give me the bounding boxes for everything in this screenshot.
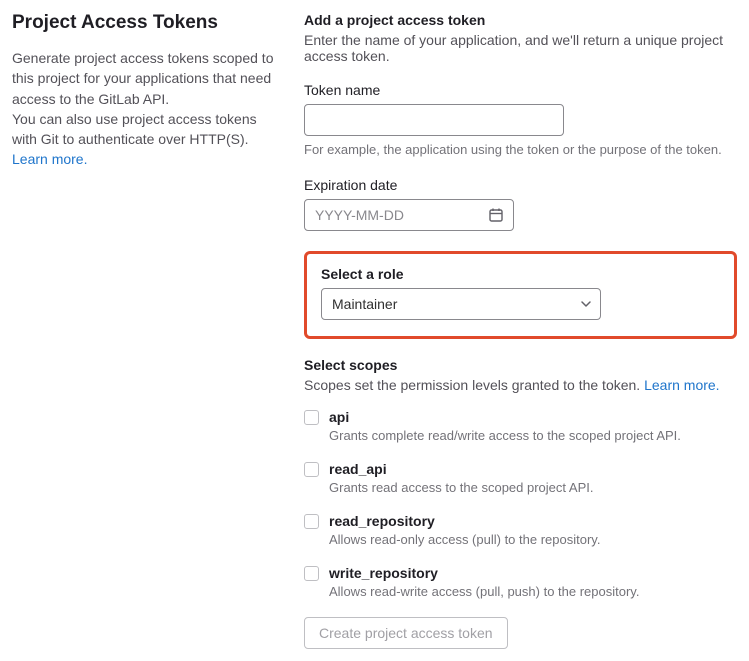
expiration-date-label: Expiration date (304, 177, 737, 193)
token-name-label: Token name (304, 82, 737, 98)
desc-line-1: Generate project access tokens scoped to… (12, 50, 273, 107)
scopes-learn-more-link[interactable]: Learn more. (644, 377, 719, 393)
scope-checkbox-write-repository[interactable] (304, 566, 319, 581)
scope-desc: Grants complete read/write access to the… (329, 428, 681, 443)
token-name-help: For example, the application using the t… (304, 142, 737, 157)
role-selected-value: Maintainer (332, 296, 397, 312)
scope-checkbox-read-repository[interactable] (304, 514, 319, 529)
page-title: Project Access Tokens (12, 12, 280, 34)
scope-name: read_api (329, 461, 593, 477)
role-label: Select a role (321, 266, 720, 282)
scope-name: write_repository (329, 565, 639, 581)
form-subheading: Enter the name of your application, and … (304, 32, 737, 64)
scopes-sub: Scopes set the permission levels granted… (304, 377, 737, 393)
page-description: Generate project access tokens scoped to… (12, 48, 280, 170)
learn-more-link[interactable]: Learn more. (12, 151, 87, 167)
role-highlight-box: Select a role Maintainer (304, 251, 737, 339)
scope-desc: Allows read-only access (pull) to the re… (329, 532, 600, 547)
scope-name: read_repository (329, 513, 600, 529)
form-heading: Add a project access token (304, 12, 737, 28)
create-token-button[interactable]: Create project access token (304, 617, 508, 649)
scope-desc: Grants read access to the scoped project… (329, 480, 593, 495)
scope-name: api (329, 409, 681, 425)
scope-checkbox-read-api[interactable] (304, 462, 319, 477)
expiration-date-input[interactable] (304, 199, 514, 231)
desc-line-2: You can also use project access tokens w… (12, 111, 257, 147)
scope-desc: Allows read-write access (pull, push) to… (329, 584, 639, 599)
token-name-input[interactable] (304, 104, 564, 136)
scopes-label: Select scopes (304, 357, 737, 373)
scopes-sub-text: Scopes set the permission levels granted… (304, 377, 644, 393)
scope-checkbox-api[interactable] (304, 410, 319, 425)
role-select[interactable]: Maintainer (321, 288, 601, 320)
